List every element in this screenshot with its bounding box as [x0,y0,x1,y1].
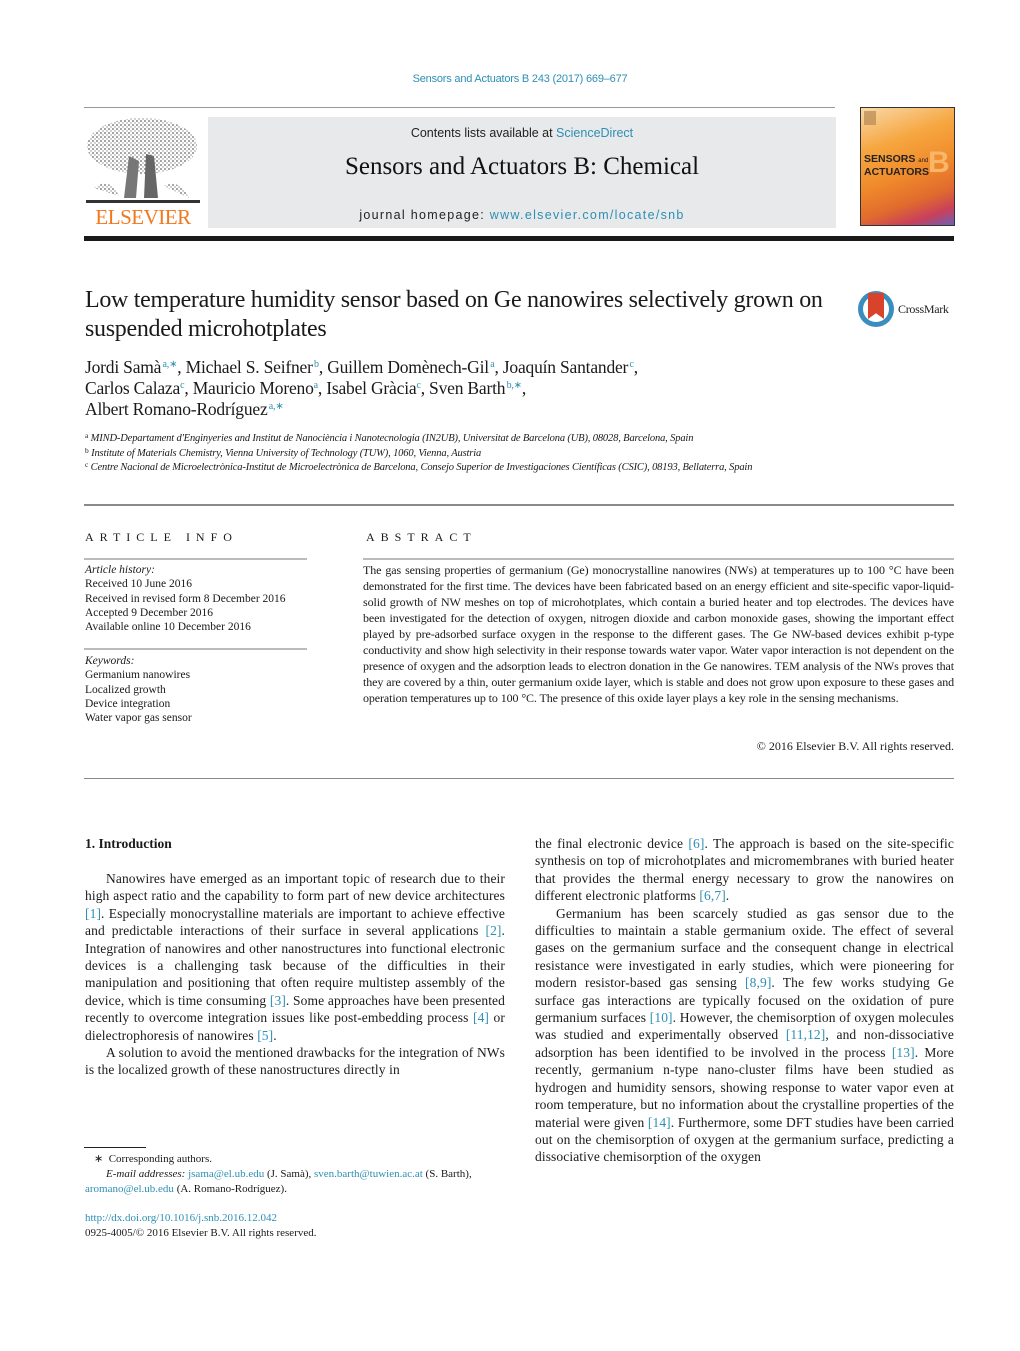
author[interactable]: Sven Barth b,∗ [429,378,522,398]
homepage-prefix: journal homepage: [359,208,490,222]
history-item: Received 10 June 2016 [85,578,192,591]
article-title: Low temperature humidity sensor based on… [85,287,823,342]
affiliation: a MIND-Departament d'Enginyeries and Ins… [85,431,694,444]
section-rule [84,504,954,506]
history-item: Available online 10 December 2016 [85,621,251,634]
crossmark-button[interactable]: CrossMark [858,291,958,329]
contents-line: Contents lists available at ScienceDirec… [208,126,836,140]
cover-title-line1: SENSORS [864,153,916,165]
citation-link[interactable]: [13] [892,1045,915,1060]
section-heading-introduction: 1. Introduction [85,836,172,851]
author[interactable]: Mauricio Morenoa [193,378,318,398]
journal-cover-image[interactable]: SENSORS and ACTUATORS B [860,107,955,226]
body-column-left: Nanowires have emerged as an important t… [85,870,505,1079]
section-rule [84,778,954,779]
abstract-rule [363,558,954,560]
cover-title-line2: ACTUATORS [864,166,929,178]
paragraph: the final electronic device [6]. The app… [535,836,954,904]
homepage-line: journal homepage: www.elsevier.com/locat… [208,208,836,222]
journal-homepage-link[interactable]: www.elsevier.com/locate/snb [490,208,685,222]
author-list: Jordi Samà a,∗, Michael S. Seifner b, Gu… [85,357,638,419]
citation-link[interactable]: [2] [485,923,501,938]
author[interactable]: Joaquín Santander c [503,357,634,377]
history-label: Article history: [85,564,155,576]
header-rule [84,107,835,108]
paragraph: Germanium has been scarcely studied as g… [535,905,955,1165]
cover-title-and: and [918,158,929,164]
keywords-label: Keywords: [85,655,135,667]
elsevier-wordmark: ELSEVIER [95,205,191,229]
abstract-text: The gas sensing properties of germanium … [363,563,954,705]
citation-link[interactable]: [6] [688,836,704,851]
citation-link[interactable]: [1] [85,906,101,921]
crossmark-label: CrossMark [898,302,949,316]
keyword: Water vapor gas sensor [85,712,192,725]
abstract-copyright: © 2016 Elsevier B.V. All rights reserved… [756,739,954,753]
citation-link[interactable]: [4] [473,1010,489,1025]
author[interactable]: Isabel Gràciac [326,378,421,398]
history-item: Accepted 9 December 2016 [85,606,214,619]
keywords: Keywords: Germanium nanowires Localized … [85,654,307,725]
author[interactable]: Albert Romano-Rodríguez a,∗ [85,399,284,419]
email-link[interactable]: jsama@el.ub.edu [188,1168,264,1180]
cover-title: SENSORS and ACTUATORS [864,154,929,178]
history-item: Received in revised form 8 December 2016 [85,592,286,605]
journal-banner: Contents lists available at ScienceDirec… [208,117,836,228]
doi-link[interactable]: http://dx.doi.org/10.1016/j.snb.2016.12.… [85,1212,277,1224]
affiliations: a MIND-Departament d'Enginyeries and Ins… [85,432,845,476]
header-thick-rule [84,236,954,241]
citation-link[interactable]: [11,12] [786,1027,826,1042]
elsevier-logo[interactable]: ELSEVIER [84,116,202,229]
cover-publisher-logo-icon [864,111,876,125]
email-link[interactable]: aromano@el.ub.edu [85,1183,174,1195]
corresponding-note: ∗ Corresponding authors. [94,1153,212,1165]
keyword: Localized growth [85,683,166,696]
elsevier-tree-icon [86,118,200,203]
sciencedirect-link[interactable]: ScienceDirect [556,126,633,140]
affiliation: c Centre Nacional de Microelectrònica-In… [85,460,753,473]
email-link[interactable]: sven.barth@tuwien.ac.at [314,1168,423,1180]
citation-link[interactable]: [3] [270,993,286,1008]
body-column-right: the final electronic device [6]. The app… [535,835,954,1166]
citation-link[interactable]: [14] [648,1115,671,1130]
article-info-rule [84,648,307,650]
citation-link[interactable]: [5] [257,1028,273,1043]
issn-copyright: 0925-4005/© 2016 Elsevier B.V. All right… [85,1227,317,1239]
keyword: Germanium nanowires [85,669,191,682]
doi-block: http://dx.doi.org/10.1016/j.snb.2016.12.… [85,1211,505,1241]
citation-link[interactable]: [8,9] [745,975,771,990]
author[interactable]: Guillem Domènech-Gil a [327,357,494,377]
paragraph: A solution to avoid the mentioned drawba… [85,1045,505,1078]
affiliation: b Institute of Materials Chemistry, Vien… [85,445,482,459]
abstract-heading: ABSTRACT [366,530,477,544]
keyword: Device integration [85,697,171,710]
author[interactable]: Jordi Samà a,∗ [85,357,177,377]
article-info-rule [84,558,307,560]
citation-link[interactable]: [10] [650,1010,673,1025]
author[interactable]: Michael S. Seifner b [186,357,319,377]
article-info-heading: ARTICLE INFO [85,530,238,544]
paragraph: Nanowires have emerged as an important t… [85,871,506,1043]
author[interactable]: Carlos Calazac [85,378,185,398]
footnote-rule [84,1147,146,1148]
crossmark-icon [858,291,894,327]
email-note: E-mail addresses: jsama@el.ub.edu (J. Sa… [85,1168,472,1195]
journal-reference-link[interactable]: Sensors and Actuators B 243 (2017) 669–6… [0,73,1020,85]
article-history: Article history: Received 10 June 2016 R… [85,563,307,634]
citation-link[interactable]: [6,7] [699,888,725,903]
footnotes: ∗ Corresponding authors. E-mail addresse… [85,1152,505,1197]
contents-prefix: Contents lists available at [410,126,557,140]
journal-title: Sensors and Actuators B: Chemical [344,153,700,180]
cover-letter: B [928,146,950,179]
